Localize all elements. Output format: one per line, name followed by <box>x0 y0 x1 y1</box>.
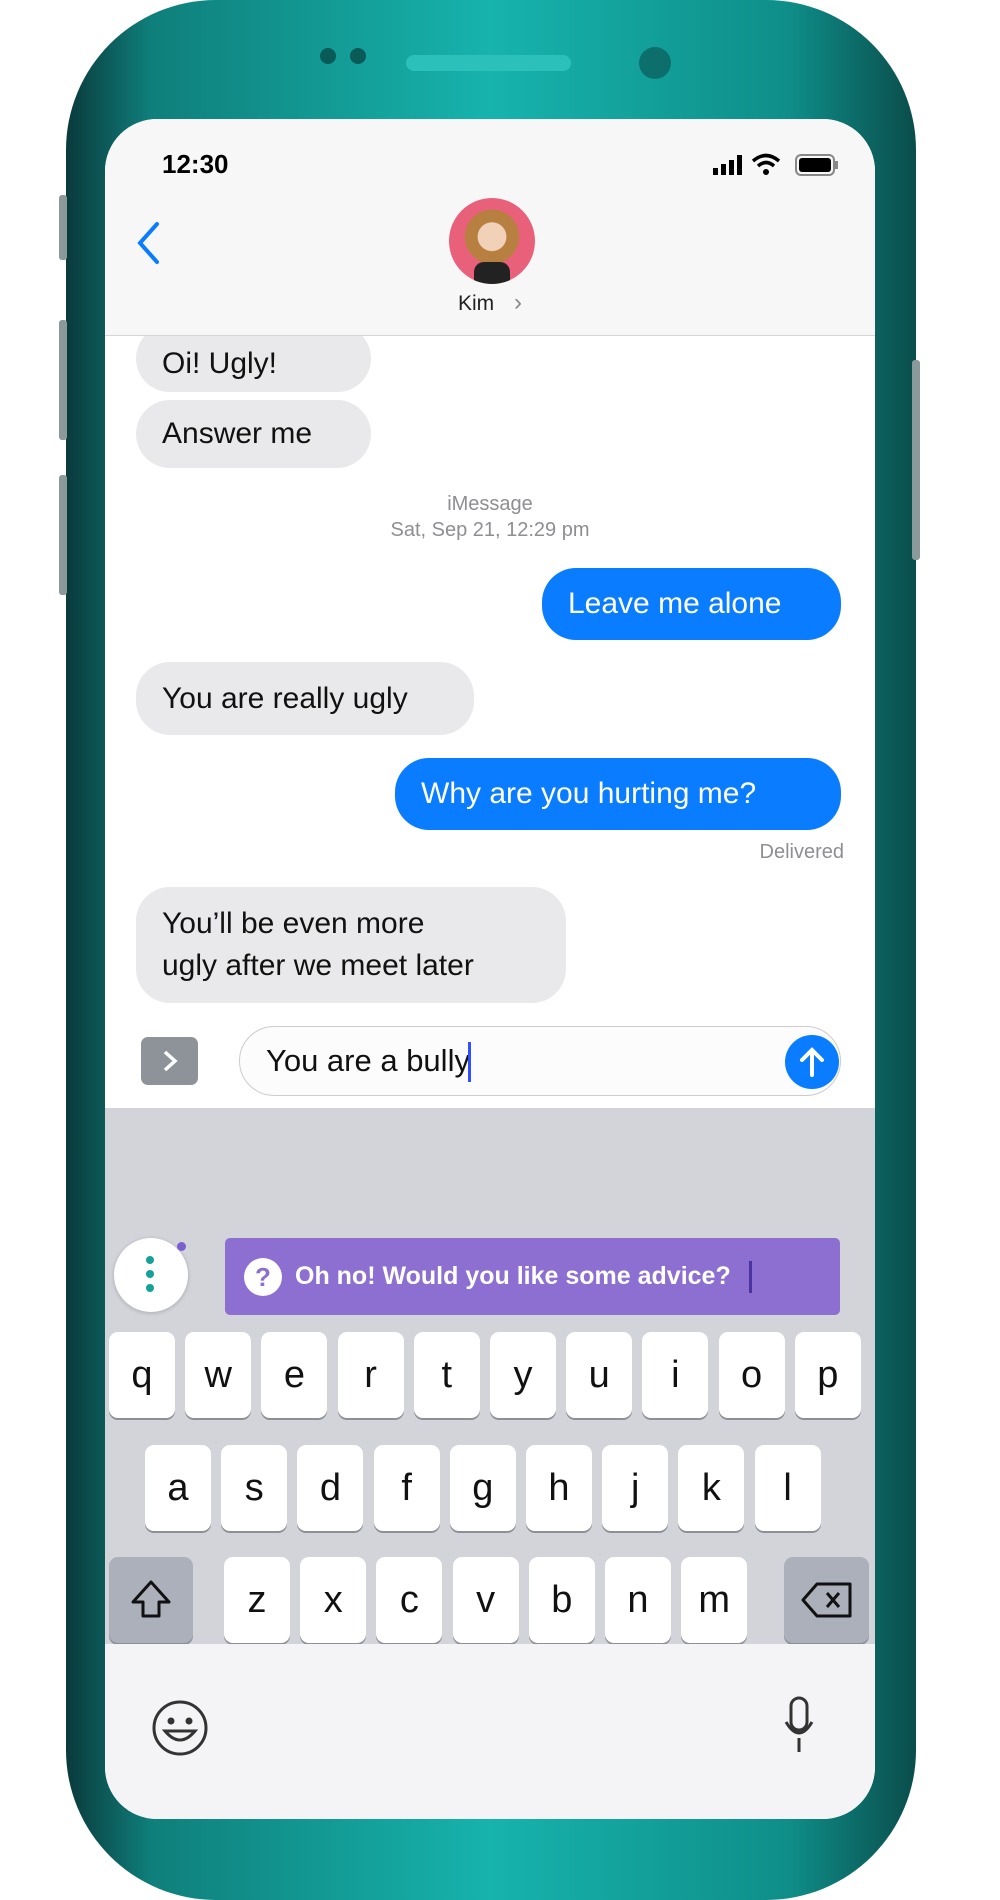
delivery-status: Delivered <box>759 841 844 863</box>
back-chevron-icon[interactable] <box>135 221 161 265</box>
contact-name-row[interactable]: Kim › <box>105 289 875 317</box>
power-button <box>912 360 920 560</box>
phone-screen: 12:30 Kim › Oi! Ugly! Answer me iMessage… <box>105 119 875 1819</box>
battery-icon <box>795 154 838 176</box>
volume-button <box>59 475 67 595</box>
key-m[interactable]: m <box>681 1557 748 1643</box>
text-cursor <box>468 1042 471 1082</box>
shift-icon <box>131 1580 171 1618</box>
microphone-icon[interactable] <box>783 1696 815 1756</box>
emoji-icon[interactable] <box>151 1699 209 1757</box>
message-bubble-sent: Why are you hurting me? <box>395 758 841 830</box>
key-s[interactable]: s <box>221 1445 288 1531</box>
key-i[interactable]: i <box>642 1332 709 1418</box>
key-o[interactable]: o <box>718 1332 785 1418</box>
key-q[interactable]: q <box>109 1332 175 1418</box>
key-e[interactable]: e <box>261 1332 328 1418</box>
key-r[interactable]: r <box>337 1332 404 1418</box>
message-bubble-received: You are really ugly <box>136 662 474 735</box>
key-h[interactable]: h <box>526 1445 592 1531</box>
send-button[interactable] <box>785 1035 839 1089</box>
message-timestamp: Sat, Sep 21, 12:29 pm <box>390 519 590 541</box>
more-vertical-icon <box>146 1256 154 1292</box>
message-text: Answer me <box>162 417 313 450</box>
svg-text:?: ? <box>255 1262 271 1292</box>
key-p[interactable]: p <box>794 1332 861 1418</box>
conversation-header: 12:30 Kim › <box>105 119 875 336</box>
message-text: ugly after we meet later <box>162 949 474 982</box>
key-z[interactable]: z <box>224 1557 290 1643</box>
advice-text: Oh no! Would you like some advice? <box>295 1262 731 1290</box>
backspace-icon <box>801 1582 851 1618</box>
message-bubble-sent: Leave me alone <box>542 568 841 640</box>
message-text: Leave me alone <box>568 587 782 620</box>
message-text: You’ll be even more <box>162 907 425 940</box>
message-text: Oi! Ugly! <box>162 346 278 380</box>
status-time: 12:30 <box>162 149 229 179</box>
backspace-key[interactable] <box>784 1557 869 1643</box>
key-y[interactable]: y <box>490 1332 556 1418</box>
advice-banner[interactable]: ? Oh no! Would you like some advice? <box>225 1238 840 1315</box>
message-bubble-received: You’ll be even more ugly after we meet l… <box>136 887 566 1003</box>
chevron-right-icon: › <box>514 289 522 316</box>
volume-button <box>59 320 67 440</box>
key-k[interactable]: k <box>678 1445 745 1531</box>
message-text: You are really ugly <box>162 681 408 715</box>
message-input-value: You are a bully <box>266 1043 470 1078</box>
message-service-label: iMessage <box>447 493 533 515</box>
message-bubble-received: Answer me <box>136 400 371 468</box>
key-u[interactable]: u <box>566 1332 633 1418</box>
key-v[interactable]: v <box>452 1557 519 1643</box>
key-l[interactable]: l <box>754 1445 821 1531</box>
volume-button <box>59 195 67 260</box>
contact-name: Kim <box>457 292 495 315</box>
app-drawer-button[interactable] <box>141 1037 198 1085</box>
arrow-up-icon <box>800 1047 824 1077</box>
key-x[interactable]: x <box>300 1557 367 1643</box>
message-text: Why are you hurting me? <box>421 777 757 810</box>
wifi-icon <box>751 153 781 175</box>
key-f[interactable]: f <box>373 1445 440 1531</box>
keyboard-bottom-bar <box>105 1644 875 1819</box>
key-w[interactable]: w <box>185 1332 252 1418</box>
key-d[interactable]: d <box>297 1445 364 1531</box>
key-j[interactable]: j <box>602 1445 669 1531</box>
phone-speaker-grill <box>406 55 571 71</box>
key-b[interactable]: b <box>528 1557 595 1643</box>
key-a[interactable]: a <box>145 1445 211 1531</box>
signal-icon <box>713 155 742 175</box>
key-c[interactable]: c <box>376 1557 443 1643</box>
question-icon: ? <box>244 1257 282 1296</box>
key-t[interactable]: t <box>413 1332 480 1418</box>
message-input[interactable]: You are a bully <box>239 1026 841 1096</box>
keyboard: ? Oh no! Would you like some advice? qwe… <box>105 1108 875 1753</box>
notification-dot <box>177 1242 186 1251</box>
phone-speaker-dots <box>320 48 370 64</box>
key-n[interactable]: n <box>605 1557 671 1643</box>
shift-key[interactable] <box>109 1557 193 1643</box>
contact-avatar[interactable] <box>449 198 535 284</box>
key-g[interactable]: g <box>449 1445 516 1531</box>
chevron-right-icon <box>163 1050 178 1072</box>
text-cursor <box>748 1260 752 1293</box>
phone-camera <box>639 47 671 79</box>
